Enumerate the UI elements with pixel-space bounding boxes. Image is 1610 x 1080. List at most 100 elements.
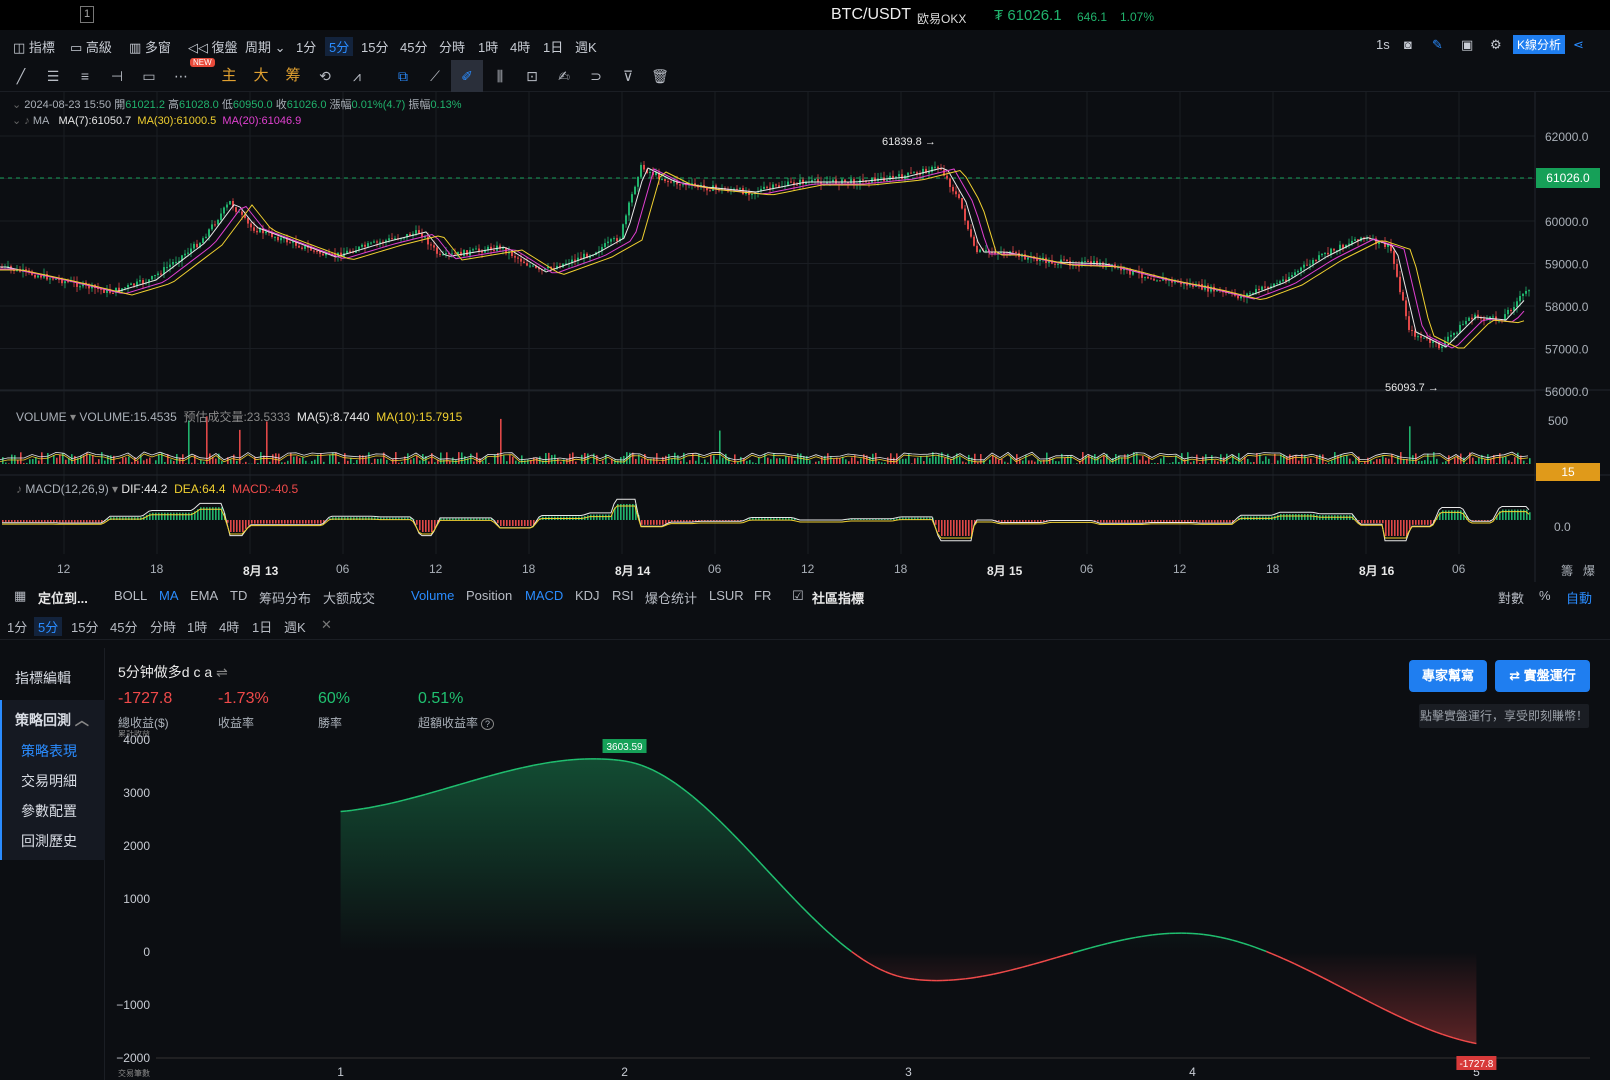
volume-bar <box>512 456 514 464</box>
ind-td[interactable]: TD <box>230 588 247 603</box>
period-1h[interactable]: 1時 <box>478 37 498 56</box>
swap-icon[interactable]: ⇌ <box>212 664 228 680</box>
more-icon[interactable]: ⋯ <box>170 66 192 86</box>
price-chart[interactable]: 62000.061000.060000.059000.058000.057000… <box>0 92 1610 582</box>
ind-ema[interactable]: EMA <box>190 588 218 603</box>
tf-5m[interactable]: 5分 <box>34 617 63 636</box>
chevron-down-icon[interactable]: ▾ <box>67 410 80 424</box>
chip-tool[interactable]: 筹 <box>282 66 304 86</box>
tf-timeshare[interactable]: 分時 <box>150 617 176 636</box>
period-1m[interactable]: 1分 <box>296 37 316 56</box>
ind-volume[interactable]: Volume <box>411 588 454 603</box>
time-axis-tool[interactable]: 爆 <box>1583 562 1595 579</box>
close-icon[interactable]: ✕ <box>321 617 332 633</box>
strategy-title[interactable]: 5分钟做多d c a ⇌ <box>118 662 228 682</box>
multi-window-button[interactable]: ▥ 多窗 <box>129 37 171 56</box>
tf-4h[interactable]: 4時 <box>219 617 239 636</box>
edit-icon[interactable]: ☑ <box>792 588 804 604</box>
candle-body <box>133 283 135 286</box>
nav-history[interactable]: 回測歷史 <box>21 831 77 851</box>
magnet-icon[interactable]: ⊃ <box>585 66 607 86</box>
period-1d[interactable]: 1日 <box>543 37 563 56</box>
nav-params[interactable]: 參數配置 <box>21 801 77 821</box>
rectangle-icon[interactable]: ▭ <box>138 66 160 86</box>
period-45m[interactable]: 45分 <box>400 37 427 56</box>
interval-1s[interactable]: 1s <box>1376 37 1390 52</box>
tf-1w[interactable]: 週K <box>284 617 306 636</box>
period-15m[interactable]: 15分 <box>361 37 388 56</box>
expert-write-button[interactable]: 專家幫寫 <box>1409 660 1487 692</box>
period-timeshare[interactable]: 分時 <box>439 37 465 56</box>
ind-lsur[interactable]: LSUR <box>709 588 744 603</box>
nav-performance[interactable]: 策略表現 <box>21 741 77 761</box>
ind-fr[interactable]: FR <box>754 588 771 603</box>
layout-icon[interactable]: ▣ <box>1461 37 1473 53</box>
tf-1d[interactable]: 1日 <box>252 617 272 636</box>
community-indicators[interactable]: 社區指標 <box>812 588 864 607</box>
chevron-down-icon[interactable]: ▾ <box>109 482 122 496</box>
bell-icon[interactable]: ♪ <box>16 482 22 496</box>
edit-note-icon[interactable]: ✍ <box>553 66 575 86</box>
window-index[interactable]: 1 <box>80 6 94 23</box>
parallel-lines-icon[interactable]: ☰ <box>42 66 64 86</box>
gear-icon[interactable]: ⚙ <box>1490 37 1502 53</box>
period-5m[interactable]: 5分 <box>325 37 354 56</box>
percent-scale-toggle[interactable]: % <box>1539 588 1551 603</box>
locate-button[interactable]: 定位到... <box>38 588 88 607</box>
ind-kdj[interactable]: KDJ <box>575 588 600 603</box>
nav-trade-details[interactable]: 交易明細 <box>21 771 77 791</box>
copy-icon[interactable]: ⧉ <box>392 66 414 86</box>
k-analysis-button[interactable]: K線分析 <box>1513 35 1566 54</box>
ruler-icon[interactable]: ⟋ <box>424 66 446 86</box>
backtest-tab[interactable]: 策略回測 ︿ <box>15 710 89 730</box>
period-4h[interactable]: 4時 <box>510 37 530 56</box>
indicator-button[interactable]: ◫ 指標 <box>13 37 55 56</box>
macd-bar <box>305 520 307 524</box>
candle-body <box>1066 259 1068 262</box>
ind-ma[interactable]: MA <box>159 588 179 603</box>
horizontal-lines-icon[interactable]: ≡ <box>74 66 96 86</box>
cumulative-profit-chart[interactable]: 累計收益40003000200010000−1000−20001 2 3 4 5交易筆數… <box>106 730 1600 1080</box>
advanced-button[interactable]: ▭ 高級 <box>70 37 112 56</box>
tf-45m[interactable]: 45分 <box>110 617 137 636</box>
tf-1h[interactable]: 1時 <box>187 617 207 636</box>
collapse-icon[interactable]: ⌄ <box>12 99 24 111</box>
camera-icon[interactable]: ◙ <box>1404 37 1412 52</box>
ind-chip[interactable]: 筹码分布 <box>259 588 311 607</box>
collapse-icon[interactable]: ⌄ <box>12 115 24 127</box>
ind-position[interactable]: Position <box>466 588 512 603</box>
ind-rsi[interactable]: RSI <box>612 588 634 603</box>
draw-mode-icon[interactable]: ✐ <box>451 60 483 92</box>
share-icon[interactable]: ⋖ <box>1573 37 1584 53</box>
replay-button[interactable]: ◁◁ 復盤 <box>188 37 238 56</box>
measure-icon[interactable]: ⩘ <box>346 66 368 86</box>
period-1w[interactable]: 週K <box>575 37 597 56</box>
ind-big-deal[interactable]: 大额成交 <box>323 588 375 607</box>
period-dropdown[interactable]: 周期 ⌄ <box>245 37 286 56</box>
trash-icon[interactable]: 🗑 <box>649 66 671 86</box>
help-icon[interactable]: ? <box>481 718 495 730</box>
trendline-icon[interactable]: ╱ <box>10 66 32 86</box>
auto-scale-toggle[interactable]: 自動 <box>1566 588 1592 607</box>
log-scale-toggle[interactable]: 對數 <box>1498 588 1524 607</box>
candles-icon[interactable]: ⫼ <box>489 66 511 86</box>
indicator-edit-tab[interactable]: 指標編輯 <box>15 668 71 688</box>
live-run-button[interactable]: ⇄ 實盤運行 <box>1495 660 1590 692</box>
calendar-icon[interactable]: ▦ <box>14 588 26 604</box>
ind-boll[interactable]: BOLL <box>114 588 147 603</box>
sync-icon[interactable]: ⟲ <box>314 66 336 86</box>
trading-pair[interactable]: BTC/USDT <box>831 6 911 24</box>
lock-icon[interactable]: ⊡ <box>521 66 543 86</box>
filter-icon[interactable]: ⊽ <box>617 66 639 86</box>
tf-1m[interactable]: 1分 <box>7 617 27 636</box>
volume-bar <box>401 461 403 464</box>
big-order-tool[interactable]: 大 <box>250 66 272 86</box>
ind-macd[interactable]: MACD <box>525 588 563 603</box>
tf-15m[interactable]: 15分 <box>71 617 98 636</box>
main-force-tool[interactable]: 主 <box>218 66 240 86</box>
bell-icon[interactable]: ♪ <box>24 115 30 127</box>
time-axis-tool[interactable]: 籌 <box>1561 562 1573 579</box>
ind-liquidation[interactable]: 爆仓统计 <box>645 588 697 607</box>
pencil-icon[interactable]: ✎ <box>1432 37 1443 53</box>
horizontal-ray-icon[interactable]: ⊣ <box>106 66 128 86</box>
